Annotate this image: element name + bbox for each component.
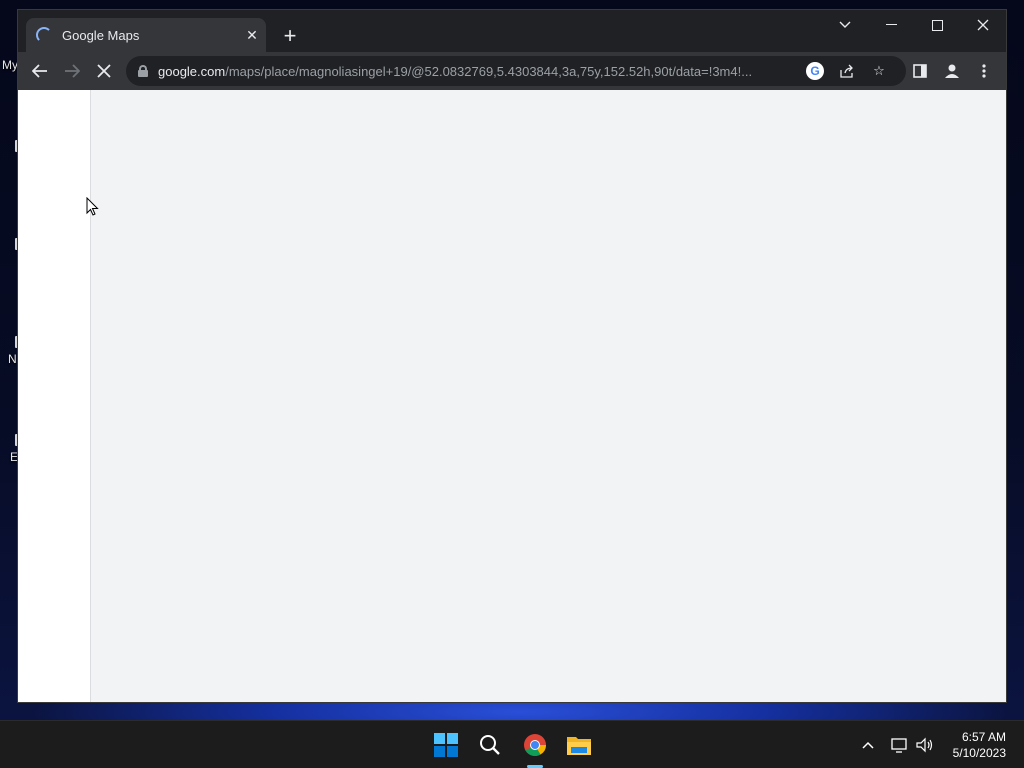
- tab-google-maps[interactable]: Google Maps ✕: [26, 18, 266, 52]
- lock-icon[interactable]: [138, 65, 148, 77]
- menu-kebab-icon[interactable]: [974, 61, 994, 81]
- browser-window: Google Maps ✕ + google.com/maps/place/ma: [18, 10, 1006, 702]
- browser-toolbar: google.com/maps/place/magnoliasingel+19/…: [18, 52, 1006, 90]
- clock-time: 6:57 AM: [961, 730, 1006, 744]
- network-icon[interactable]: [890, 735, 910, 755]
- back-button[interactable]: [26, 57, 54, 85]
- forward-button[interactable]: [58, 57, 86, 85]
- taskbar: 6:57 AM 5/10/2023: [0, 720, 1024, 768]
- close-tab-icon[interactable]: ✕: [238, 21, 266, 49]
- chrome-icon[interactable]: [517, 727, 553, 763]
- clock-date: 5/10/2023: [952, 746, 1006, 760]
- windows-start-icon[interactable]: [428, 727, 464, 763]
- volume-icon[interactable]: [915, 735, 935, 755]
- stop-loading-button[interactable]: [90, 57, 118, 85]
- file-explorer-icon[interactable]: [561, 727, 597, 763]
- desktop-icon-label[interactable]: E: [10, 450, 18, 464]
- bookmark-star-icon[interactable]: ☆: [870, 62, 888, 80]
- address-bar[interactable]: google.com/maps/place/magnoliasingel+19/…: [126, 56, 906, 86]
- chevron-up-icon[interactable]: [858, 735, 878, 755]
- page-content-maps[interactable]: [18, 90, 1006, 702]
- desktop-icon-label[interactable]: N: [8, 352, 17, 366]
- tab-title: Google Maps: [62, 27, 140, 43]
- desktop-icon-label[interactable]: My: [2, 58, 18, 72]
- share-icon[interactable]: [838, 62, 856, 80]
- google-lens-icon[interactable]: G: [806, 62, 824, 80]
- new-tab-button[interactable]: +: [276, 22, 304, 50]
- maximize-button[interactable]: [914, 10, 960, 40]
- tab-search-icon[interactable]: [822, 10, 868, 40]
- tab-strip: Google Maps ✕ +: [18, 10, 1006, 52]
- profile-icon[interactable]: [942, 61, 962, 81]
- mouse-cursor-icon: [86, 196, 100, 217]
- close-window-button[interactable]: [960, 10, 1006, 40]
- minimize-button[interactable]: [868, 10, 914, 40]
- side-panel-icon[interactable]: [910, 61, 930, 81]
- loading-spinner-icon: [36, 27, 52, 43]
- maps-side-panel: [18, 90, 91, 702]
- system-clock[interactable]: 6:57 AM 5/10/2023: [953, 729, 1006, 761]
- url-text: google.com/maps/place/magnoliasingel+19/…: [158, 63, 753, 79]
- search-icon[interactable]: [472, 727, 508, 763]
